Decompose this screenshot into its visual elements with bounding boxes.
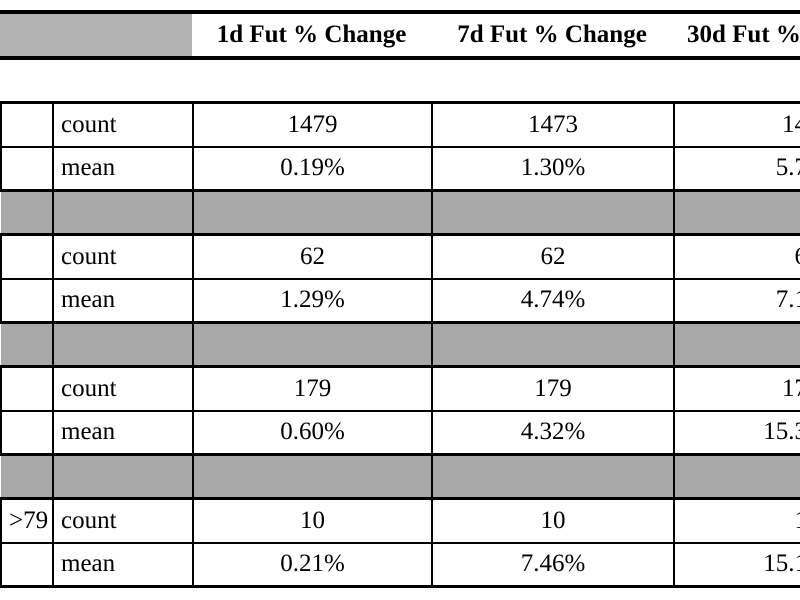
cell-group-label bbox=[0, 409, 54, 456]
cell-value bbox=[192, 321, 433, 368]
column-header-7d-fut-pct-change: 7d Fut % Change bbox=[431, 14, 673, 56]
cell-value bbox=[192, 453, 433, 500]
cell-value: 179 bbox=[192, 365, 433, 412]
cell-value: 1473 bbox=[431, 101, 675, 148]
cell-value bbox=[431, 321, 675, 368]
cell-stat-label bbox=[52, 453, 194, 500]
cell-group-label bbox=[0, 277, 54, 324]
table-header-band: 1d Fut % Change 7d Fut % Change 30d Fut … bbox=[0, 10, 800, 60]
header-corner-cell bbox=[0, 14, 192, 56]
table-row: mean0.21%7.46%15.1 bbox=[0, 541, 800, 588]
table-body: count1479147314mean0.19%1.30%5.7count626… bbox=[0, 101, 800, 588]
cell-value bbox=[431, 189, 675, 236]
cell-group-label bbox=[1, 189, 54, 236]
cell-value: 10 bbox=[192, 497, 433, 544]
cell-value bbox=[673, 189, 800, 236]
cell-stat-label bbox=[52, 189, 194, 236]
cell-value: 0.21% bbox=[192, 541, 433, 588]
cell-group-label bbox=[0, 541, 54, 588]
cell-stat-label: mean bbox=[52, 409, 194, 456]
cell-value: 17 bbox=[673, 365, 800, 412]
cell-stat-label bbox=[52, 321, 194, 368]
spreadsheet-screenshot: 1d Fut % Change 7d Fut % Change 30d Fut … bbox=[0, 0, 800, 600]
cell-group-label bbox=[0, 233, 54, 280]
cell-stat-label: count bbox=[52, 101, 194, 148]
table-separator-row bbox=[1, 189, 800, 236]
cell-stat-label: mean bbox=[52, 277, 194, 324]
cell-group-label bbox=[0, 145, 54, 192]
cell-value: 62 bbox=[431, 233, 675, 280]
cell-group-label bbox=[1, 321, 54, 368]
column-header-1d-fut-pct-change: 1d Fut % Change bbox=[192, 14, 431, 56]
cell-value: 179 bbox=[431, 365, 675, 412]
cell-value: 1.29% bbox=[192, 277, 433, 324]
table-row: count17917917 bbox=[0, 365, 800, 412]
cell-value: 4.32% bbox=[431, 409, 675, 456]
table-body-region: count1479147314mean0.19%1.30%5.7count626… bbox=[0, 101, 800, 588]
cell-value bbox=[431, 453, 675, 500]
cell-stat-label: mean bbox=[52, 541, 194, 588]
table-row: mean1.29%4.74%7.1 bbox=[0, 277, 800, 324]
cell-group-label bbox=[1, 453, 54, 500]
table-row: mean0.60%4.32%15.3 bbox=[0, 409, 800, 456]
cell-value bbox=[673, 453, 800, 500]
cell-value: 4.74% bbox=[431, 277, 675, 324]
column-header-30d-fut-pct-change: 30d Fut % bbox=[673, 14, 800, 56]
cell-stat-label: mean bbox=[52, 145, 194, 192]
cell-value bbox=[192, 189, 433, 236]
cell-group-label: >79 bbox=[0, 497, 54, 544]
statistics-table: count1479147314mean0.19%1.30%5.7count626… bbox=[0, 101, 800, 588]
table-row: mean0.19%1.30%5.7 bbox=[0, 145, 800, 192]
cell-value: 1479 bbox=[192, 101, 433, 148]
cell-group-label bbox=[0, 365, 54, 412]
cell-value: 7.46% bbox=[431, 541, 675, 588]
cell-value: 6 bbox=[673, 233, 800, 280]
cell-stat-label: count bbox=[52, 365, 194, 412]
cell-value: 0.60% bbox=[192, 409, 433, 456]
cell-value: 0.19% bbox=[192, 145, 433, 192]
cell-value: 10 bbox=[431, 497, 675, 544]
cell-group-label bbox=[0, 101, 54, 148]
cell-stat-label: count bbox=[52, 497, 194, 544]
table-separator-row bbox=[1, 453, 800, 500]
table-row: >79count10101 bbox=[0, 497, 800, 544]
cell-value: 14 bbox=[673, 101, 800, 148]
table-row: count1479147314 bbox=[0, 101, 800, 148]
table-row: count62626 bbox=[0, 233, 800, 280]
cell-value: 5.7 bbox=[673, 145, 800, 192]
table-separator-row bbox=[1, 321, 800, 368]
cell-value: 15.3 bbox=[673, 409, 800, 456]
cell-value: 62 bbox=[192, 233, 433, 280]
cell-value: 15.1 bbox=[673, 541, 800, 588]
cell-value: 1 bbox=[673, 497, 800, 544]
cell-value bbox=[673, 321, 800, 368]
cell-stat-label: count bbox=[52, 233, 194, 280]
cell-value: 1.30% bbox=[431, 145, 675, 192]
cell-value: 7.1 bbox=[673, 277, 800, 324]
